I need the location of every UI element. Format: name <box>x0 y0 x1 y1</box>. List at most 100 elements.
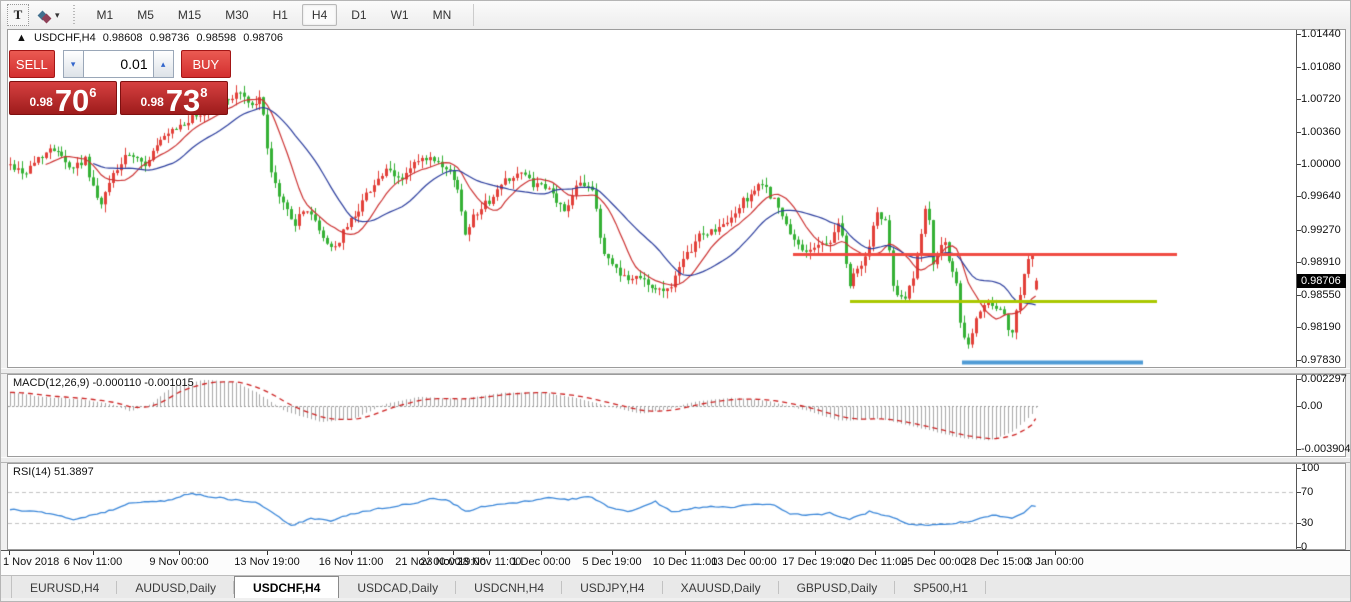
timeframe-button-group: M1M5M15M30H1H4D1W1MN <box>85 4 464 26</box>
timeframe-button-m5[interactable]: M5 <box>127 4 164 26</box>
macd-axis-label: -0.003904 <box>1301 443 1351 455</box>
timeframe-button-m1[interactable]: M1 <box>87 4 124 26</box>
time-axis-label: 17 Dec 19:00 <box>782 556 847 568</box>
text-tool-button[interactable]: T <box>7 4 29 26</box>
time-axis-tick <box>93 551 94 555</box>
sell-price-pips: 70 <box>55 87 89 114</box>
symbol-marker-icon: ▲ <box>16 32 27 44</box>
buy-price-quote[interactable]: 0.98 73 8 <box>120 81 228 115</box>
chart-tab-eurusd[interactable]: EURUSD,H4 <box>12 576 117 599</box>
macd-chart-canvas[interactable] <box>8 375 1296 456</box>
price-axis-label: 0.98550 <box>1301 289 1341 301</box>
time-axis-tick <box>489 551 490 555</box>
chart-tab-audusd[interactable]: AUDUSD,Daily <box>117 576 234 599</box>
chart-ohlc-header: ▲ USDCHF,H4 0.98608 0.98736 0.98598 0.98… <box>16 32 287 44</box>
ohlc-high: 0.98736 <box>150 32 190 44</box>
time-axis-tick <box>9 551 10 555</box>
bottom-strip <box>1 598 1351 602</box>
axis-tick-mark <box>1297 34 1301 35</box>
time-axis-tick <box>875 551 876 555</box>
axis-tick-mark <box>1297 547 1301 548</box>
timeframe-button-h1[interactable]: H1 <box>263 4 298 26</box>
ohlc-close: 0.98706 <box>243 32 283 44</box>
price-axis-label: 0.98190 <box>1301 321 1341 333</box>
price-axis-label: 1.01080 <box>1301 61 1341 73</box>
chart-tab-usdchf[interactable]: USDCHF,H4 <box>234 576 339 599</box>
rsi-axis-label: 70 <box>1301 486 1313 498</box>
macd-pane: MACD(12,26,9) -0.000110 -0.001015 0.0022… <box>7 374 1346 457</box>
objects-tool-button[interactable]: ▾ <box>39 9 60 22</box>
rsi-label: RSI(14) 51.3897 <box>13 466 94 478</box>
time-axis-tick <box>1055 551 1056 555</box>
time-axis-label: 1 Dec 00:00 <box>511 556 570 568</box>
terminal-window: T ▾ M1M5M15M30H1H4D1W1MN ▲ USDCHF,H4 0.9… <box>0 0 1351 602</box>
time-axis-label: 6 Nov 11:00 <box>64 556 123 568</box>
rsi-axis-label: 100 <box>1301 462 1319 474</box>
axis-tick-mark <box>1297 360 1301 361</box>
axis-tick-mark <box>1297 164 1301 165</box>
axis-tick-mark <box>1297 492 1301 493</box>
rsi-chart-canvas[interactable] <box>8 464 1296 549</box>
lot-decrease-button[interactable]: ▾ <box>63 50 84 78</box>
chevron-down-icon[interactable]: ▾ <box>55 10 60 21</box>
time-axis-tick <box>612 551 613 555</box>
sell-button[interactable]: SELL <box>9 50 55 78</box>
time-axis-label: 3 Jan 00:00 <box>1026 556 1084 568</box>
sell-price-quote[interactable]: 0.98 70 6 <box>9 81 117 115</box>
rsi-axis: 10070300 <box>1297 464 1345 549</box>
price-pane: ▲ USDCHF,H4 0.98608 0.98736 0.98598 0.98… <box>7 29 1346 368</box>
time-axis-label: 13 Dec 00:00 <box>711 556 776 568</box>
chart-tab-usdjpy[interactable]: USDJPY,H4 <box>562 576 662 599</box>
timeframe-button-m15[interactable]: M15 <box>168 4 211 26</box>
axis-tick-mark <box>1297 406 1301 407</box>
timeframe-button-mn[interactable]: MN <box>423 4 462 26</box>
chart-tab-usdcnh[interactable]: USDCNH,H4 <box>456 576 562 599</box>
time-axis-tick <box>541 551 542 555</box>
axis-tick-mark <box>1297 468 1301 469</box>
axis-tick-mark <box>1297 523 1301 524</box>
time-axis-tick <box>428 551 429 555</box>
time-axis-label: 1 Nov 2018 <box>3 556 59 568</box>
axis-tick-mark <box>1297 132 1301 133</box>
time-axis-label: 10 Dec 11:00 <box>653 556 718 568</box>
chart-tab-gbpusd[interactable]: GBPUSD,Daily <box>779 576 896 599</box>
lot-size-input[interactable] <box>84 50 153 78</box>
buy-price-pips: 73 <box>166 87 200 114</box>
time-axis-tick <box>997 551 998 555</box>
chart-tab-xauusd[interactable]: XAUUSD,Daily <box>663 576 779 599</box>
price-axis-label: 0.98910 <box>1301 256 1341 268</box>
time-axis-tick <box>351 551 352 555</box>
time-axis-label: 9 Nov 00:00 <box>149 556 208 568</box>
sell-price-point: 6 <box>89 85 96 100</box>
axis-tick-mark <box>1297 262 1301 263</box>
top-toolbar: T ▾ M1M5M15M30H1H4D1W1MN <box>1 1 1350 30</box>
timeframe-button-d1[interactable]: D1 <box>341 4 376 26</box>
buy-button[interactable]: BUY <box>181 50 231 78</box>
timeframe-button-m30[interactable]: M30 <box>215 4 258 26</box>
timeframe-button-w1[interactable]: W1 <box>381 4 419 26</box>
chart-tab-sp500[interactable]: SP500,H1 <box>895 576 986 599</box>
price-axis-label: 1.00360 <box>1301 126 1341 138</box>
sell-price-base: 0.98 <box>29 95 52 109</box>
time-axis-label: 20 Dec 11:00 <box>843 556 908 568</box>
buy-price-base: 0.98 <box>140 95 163 109</box>
axis-tick-mark <box>1297 327 1301 328</box>
ohlc-open: 0.98608 <box>103 32 143 44</box>
time-axis-label: 13 Nov 19:00 <box>234 556 299 568</box>
price-axis-label: 1.00000 <box>1301 158 1341 170</box>
chart-tab-usdcad[interactable]: USDCAD,Daily <box>339 576 456 599</box>
time-axis-tick <box>179 551 180 555</box>
toolbar-separator <box>473 4 474 26</box>
current-price-tag: 0.98706 <box>1297 274 1346 288</box>
price-axis-label: 1.01440 <box>1301 28 1341 40</box>
buy-price-point: 8 <box>200 85 207 100</box>
macd-axis: 0.0022970.00-0.003904 <box>1297 375 1345 456</box>
chart-tab-bar: EURUSD,H4AUDUSD,DailyUSDCHF,H4USDCAD,Dai… <box>1 575 1351 599</box>
timeframe-button-h4[interactable]: H4 <box>302 4 337 26</box>
time-axis-tick <box>685 551 686 555</box>
lot-increase-button[interactable]: ▴ <box>153 50 174 78</box>
price-axis: 1.014401.010801.007201.003601.000000.996… <box>1297 30 1345 367</box>
lot-stepper: ▾ ▴ <box>63 50 174 78</box>
time-axis-label: 5 Dec 19:00 <box>582 556 641 568</box>
time-axis-label: 25 Dec 00:00 <box>901 556 966 568</box>
